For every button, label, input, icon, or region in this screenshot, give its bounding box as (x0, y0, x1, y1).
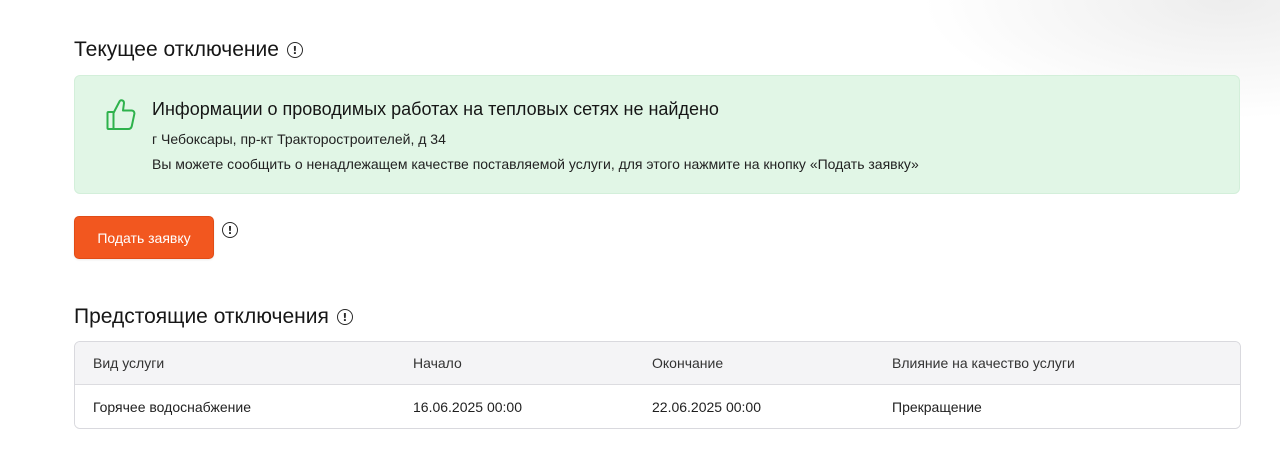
submit-info-icon[interactable]: ! (222, 222, 238, 238)
cell-service: Горячее водоснабжение (93, 398, 251, 415)
outage-status-card: Информации о проводимых работах на тепло… (74, 75, 1240, 194)
cell-impact: Прекращение (892, 398, 982, 415)
table-header-row: Вид услуги Начало Окончание Влияние на к… (75, 342, 1240, 385)
column-header-end: Окончание (652, 355, 724, 371)
info-icon[interactable]: ! (336, 309, 353, 325)
column-header-start: Начало (413, 355, 462, 371)
info-icon[interactable]: ! (286, 42, 303, 58)
page: Текущее отключение ! Информации о провод… (0, 0, 1280, 451)
upcoming-outages-table: Вид услуги Начало Окончание Влияние на к… (74, 341, 1241, 429)
cell-start: 16.06.2025 00:00 (413, 398, 522, 415)
table-row: Горячее водоснабжение 16.06.2025 00:00 2… (75, 385, 1240, 428)
thumbs-up-icon (106, 99, 136, 130)
card-address: г Чебоксары, пр-кт Тракторостроителей, д… (152, 131, 446, 147)
column-header-impact: Влияние на качество услуги (892, 355, 1075, 371)
upcoming-outages-title: Предстоящие отключения ! (74, 305, 353, 329)
upcoming-outages-title-text: Предстоящие отключения (74, 305, 329, 328)
column-header-service: Вид услуги (93, 355, 165, 371)
current-outage-title-text: Текущее отключение (74, 38, 279, 61)
card-hint: Вы можете сообщить о ненадлежащем качест… (152, 156, 919, 172)
submit-request-button[interactable]: Подать заявку (74, 216, 214, 259)
current-outage-title: Текущее отключение ! (74, 38, 303, 62)
cell-end: 22.06.2025 00:00 (652, 398, 761, 415)
card-headline: Информации о проводимых работах на тепло… (152, 99, 719, 119)
